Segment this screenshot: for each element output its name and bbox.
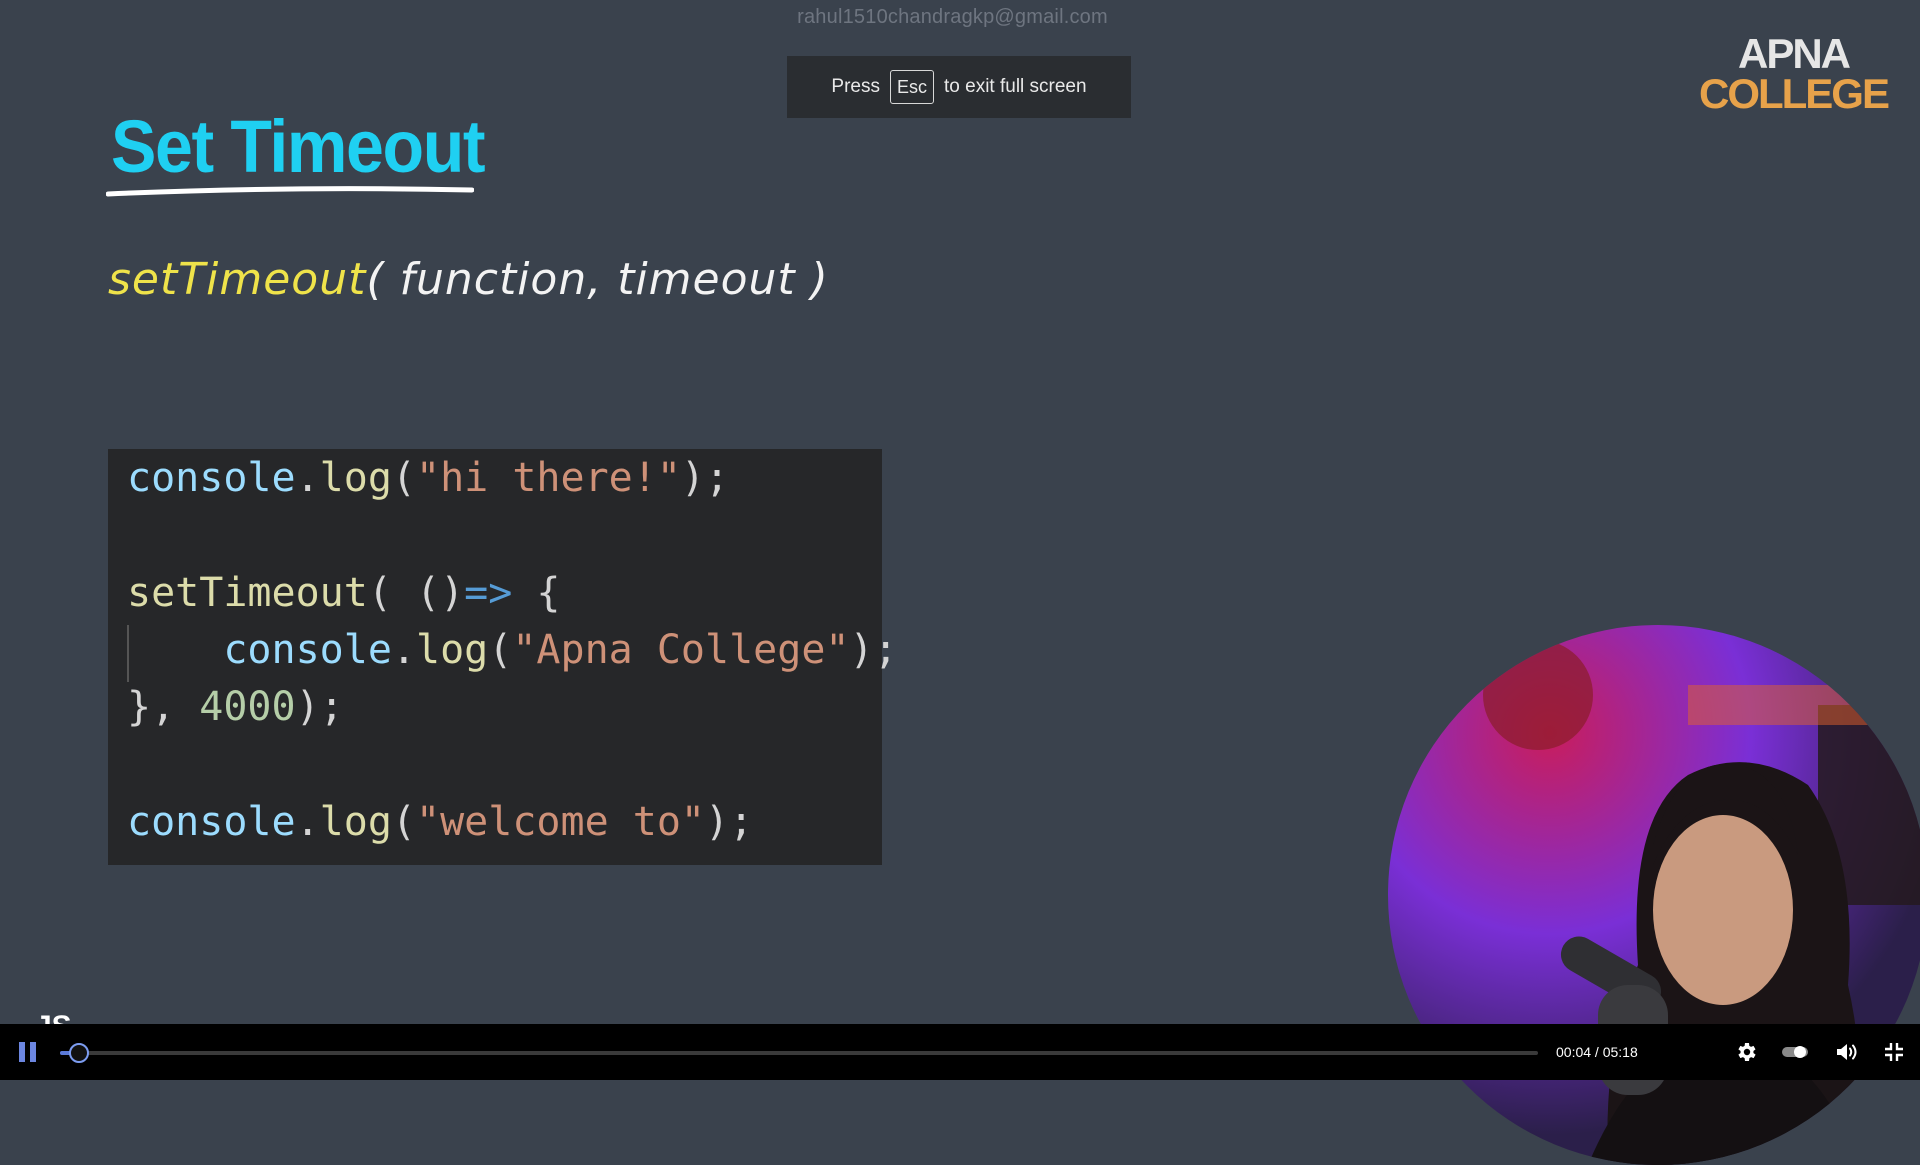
play-pause-button[interactable] <box>18 1040 38 1064</box>
fullscreen-notice-prefix: Press <box>831 76 880 97</box>
code-indent-guide <box>127 625 129 682</box>
code-line-4: }, 4000); <box>127 684 344 730</box>
signature-arguments: ( function, timeout ) <box>366 254 829 305</box>
email-watermark: rahul1510chandragkp@gmail.com <box>797 6 1108 28</box>
code-token: "hi there!" <box>416 455 681 501</box>
code-token: ); <box>680 455 730 501</box>
code-token: => <box>464 570 513 616</box>
gear-icon <box>1738 1043 1756 1061</box>
code-token: . <box>295 455 320 501</box>
video-player-controls: 00:04 / 05:18 <box>0 1024 1920 1080</box>
code-line-2: setTimeout( ()=> { <box>127 570 561 616</box>
code-token: ( () <box>367 570 465 616</box>
signature-function-name: setTimeout <box>108 254 367 305</box>
exit-fullscreen-button[interactable] <box>1884 1042 1904 1062</box>
fullscreen-notice: Press Esc to exit full screen <box>787 56 1131 118</box>
code-token: console <box>127 455 296 501</box>
volume-button[interactable] <box>1835 1041 1859 1063</box>
code-token: log <box>416 627 489 673</box>
settings-button[interactable] <box>1734 1040 1758 1064</box>
slide-title: Set Timeout <box>111 105 486 188</box>
code-token: ( <box>391 455 417 501</box>
logo-line-bottom: COLLEGE <box>1698 69 1890 117</box>
volume-icon <box>1837 1044 1857 1060</box>
code-token: "welcome to" <box>416 799 705 845</box>
title-underline <box>106 186 474 197</box>
toggle-button[interactable] <box>1781 1044 1809 1060</box>
code-token: ); <box>849 627 898 673</box>
code-token: . <box>391 627 416 673</box>
toggle-icon <box>1782 1046 1808 1058</box>
code-token: ( <box>488 627 513 673</box>
code-token: console <box>127 799 296 845</box>
apna-college-logo: APNA COLLEGE <box>1698 30 1890 117</box>
code-line-5: console.log("welcome to"); <box>127 799 753 845</box>
fullscreen-notice-suffix: to exit full screen <box>944 76 1087 97</box>
playback-time: 00:04 / 05:18 <box>1556 1044 1638 1060</box>
code-token: { <box>512 570 561 616</box>
presenter-figure <box>1483 640 1920 1165</box>
code-token: }, <box>127 684 200 730</box>
code-token: 4000 <box>199 684 296 730</box>
exit-fullscreen-icon <box>1885 1043 1903 1061</box>
seek-bar[interactable] <box>60 1043 1538 1063</box>
code-line-3: console.log("Apna College"); <box>127 627 898 673</box>
logo-line-top: APNA <box>1737 30 1851 77</box>
code-token: ); <box>705 799 754 845</box>
code-token: ( <box>391 799 417 845</box>
code-line-1: console.log("hi there!"); <box>127 455 729 501</box>
code-token: console <box>223 627 392 673</box>
code-block: console.log("hi there!"); setTimeout( ()… <box>108 449 898 865</box>
code-token: . <box>295 799 320 845</box>
code-token: "Apna College" <box>512 627 850 673</box>
code-token: setTimeout <box>127 570 368 616</box>
seek-bar-thumb[interactable] <box>68 1043 89 1063</box>
settimeout-signature: setTimeout( function, timeout ) <box>108 254 829 305</box>
code-token: log <box>319 455 392 501</box>
pause-icon <box>19 1042 36 1062</box>
esc-key-badge: Esc <box>889 70 934 104</box>
presenter-video <box>1388 625 1920 1165</box>
code-token: log <box>319 799 392 845</box>
code-token: ); <box>295 684 344 730</box>
